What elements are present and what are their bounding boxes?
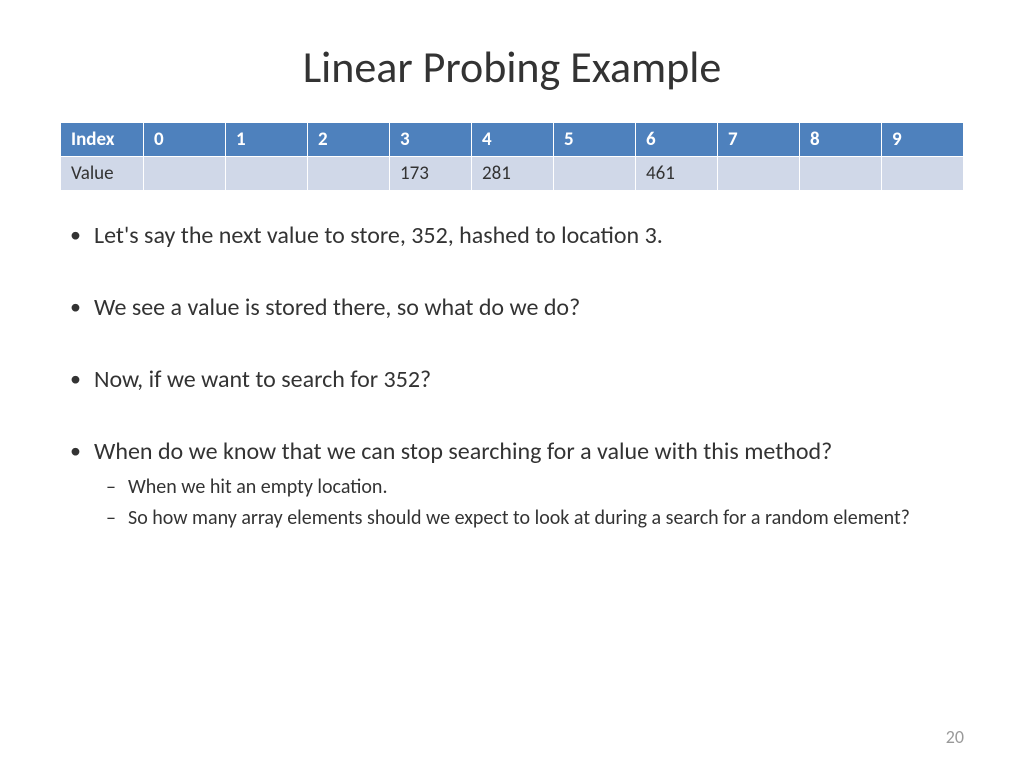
index-cell-9: 9 xyxy=(882,123,964,157)
value-cell-7 xyxy=(718,157,800,191)
slide-title: Linear Probing Example xyxy=(60,40,964,94)
index-cell-0: 0 xyxy=(144,123,226,157)
index-cell-5: 5 xyxy=(554,123,636,157)
value-cell-6: 461 xyxy=(636,157,718,191)
index-cell-3: 3 xyxy=(390,123,472,157)
bullet-item: Let's say the next value to store, 352, … xyxy=(60,221,964,251)
sub-bullet-list: When we hit an empty location. So how ma… xyxy=(94,475,964,531)
value-cell-9 xyxy=(882,157,964,191)
index-cell-4: 4 xyxy=(472,123,554,157)
value-cell-1 xyxy=(226,157,308,191)
value-cell-3: 173 xyxy=(390,157,472,191)
value-cell-4: 281 xyxy=(472,157,554,191)
index-cell-6: 6 xyxy=(636,123,718,157)
bullet-list: Let's say the next value to store, 352, … xyxy=(60,221,964,531)
bullet-item-with-sub: When do we know that we can stop searchi… xyxy=(60,437,964,531)
sub-bullet-item: So how many array elements should we exp… xyxy=(94,506,964,531)
table-data-row: Value 173 281 461 xyxy=(61,157,964,191)
value-cell-5 xyxy=(554,157,636,191)
bullet-item: We see a value is stored there, so what … xyxy=(60,293,964,323)
bullet-text: When do we know that we can stop searchi… xyxy=(94,437,832,466)
index-label-cell: Index xyxy=(61,123,144,157)
hash-table: Index 0 1 2 3 4 5 6 7 8 9 Value 173 281 … xyxy=(60,122,964,191)
value-cell-2 xyxy=(308,157,390,191)
value-cell-0 xyxy=(144,157,226,191)
index-cell-7: 7 xyxy=(718,123,800,157)
page-number: 20 xyxy=(946,726,964,748)
bullet-item: Now, if we want to search for 352? xyxy=(60,365,964,395)
value-cell-8 xyxy=(800,157,882,191)
sub-bullet-item: When we hit an empty location. xyxy=(94,475,964,500)
index-cell-8: 8 xyxy=(800,123,882,157)
index-cell-1: 1 xyxy=(226,123,308,157)
table-header-row: Index 0 1 2 3 4 5 6 7 8 9 xyxy=(61,123,964,157)
value-label-cell: Value xyxy=(61,157,144,191)
index-cell-2: 2 xyxy=(308,123,390,157)
